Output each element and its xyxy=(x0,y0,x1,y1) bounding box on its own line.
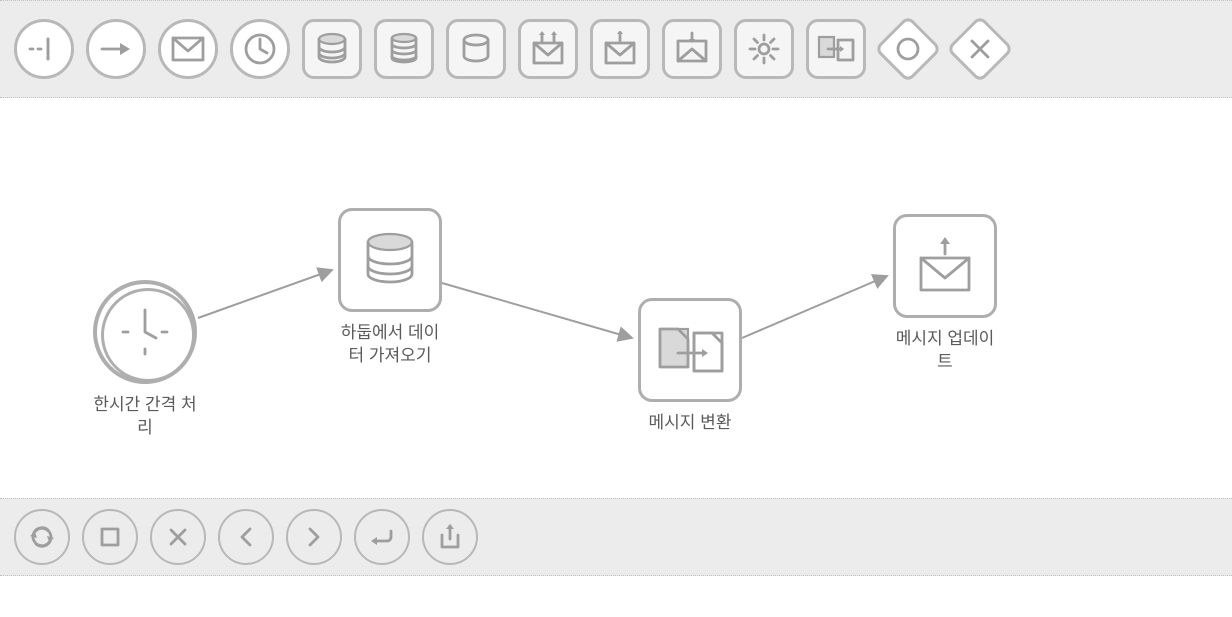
database-node-button[interactable] xyxy=(302,19,362,79)
node-transform-label: 메시지 변환 xyxy=(649,412,732,435)
node-transform[interactable]: 메시지 변환 xyxy=(635,298,745,435)
cylinder-icon xyxy=(458,31,494,67)
database-icon xyxy=(314,31,350,67)
circle-node-icon xyxy=(895,36,921,62)
return-button[interactable] xyxy=(354,509,410,565)
send-up-node-button[interactable] xyxy=(590,19,650,79)
next-icon xyxy=(304,525,324,549)
palette-toolbar xyxy=(0,0,1232,98)
end-event-icon xyxy=(98,31,134,67)
gear-node-button[interactable] xyxy=(734,19,794,79)
start-event-icon xyxy=(26,31,62,67)
send-down-node-button[interactable] xyxy=(662,19,722,79)
gateway-circle-button[interactable] xyxy=(878,19,938,79)
transform-node-button[interactable] xyxy=(806,19,866,79)
stop-button[interactable] xyxy=(82,509,138,565)
database-icon xyxy=(358,228,422,292)
stop-icon xyxy=(99,526,121,548)
node-timer[interactable]: 한시간 간격 처리 xyxy=(90,280,200,440)
transform-icon xyxy=(816,31,856,67)
clock-icon xyxy=(117,304,173,360)
node-update-label: 메시지 업데이트 xyxy=(890,328,1000,374)
node-timer-shape xyxy=(93,280,197,384)
node-update-shape xyxy=(893,214,997,318)
prev-icon xyxy=(236,525,256,549)
send-up-icon xyxy=(913,234,977,298)
close-icon xyxy=(166,525,190,549)
clock-icon xyxy=(242,31,278,67)
send-up-icon xyxy=(602,31,638,67)
next-button[interactable] xyxy=(286,509,342,565)
node-hadoop[interactable]: 하둡에서 데이터 가져오기 xyxy=(335,208,445,368)
export-icon xyxy=(437,523,463,551)
database-stack-icon xyxy=(386,31,422,67)
gateway-cancel-button[interactable] xyxy=(950,19,1010,79)
return-icon xyxy=(367,525,397,549)
send-down-icon xyxy=(674,31,710,67)
flow-canvas[interactable]: 한시간 간격 처리 하둡에서 데이터 가져오기 메시지 변환 xyxy=(0,98,1232,498)
cancel-icon xyxy=(967,36,993,62)
close-button[interactable] xyxy=(150,509,206,565)
refresh-icon xyxy=(27,522,57,552)
export-button[interactable] xyxy=(422,509,478,565)
node-hadoop-label: 하둡에서 데이터 가져오기 xyxy=(335,322,445,368)
bottom-toolbar xyxy=(0,498,1232,576)
node-update[interactable]: 메시지 업데이트 xyxy=(890,214,1000,374)
node-hadoop-shape xyxy=(338,208,442,312)
cylinder-node-button[interactable] xyxy=(446,19,506,79)
gear-icon xyxy=(746,31,782,67)
refresh-button[interactable] xyxy=(14,509,70,565)
receive-icon xyxy=(530,31,566,67)
node-transform-shape xyxy=(638,298,742,402)
node-timer-label: 한시간 간격 처리 xyxy=(90,394,200,440)
mail-icon xyxy=(171,36,205,62)
prev-button[interactable] xyxy=(218,509,274,565)
database-stack-button[interactable] xyxy=(374,19,434,79)
start-event-button[interactable] xyxy=(14,19,74,79)
transform-icon xyxy=(654,321,726,379)
mail-node-button[interactable] xyxy=(158,19,218,79)
end-event-button[interactable] xyxy=(86,19,146,79)
receive-node-button[interactable] xyxy=(518,19,578,79)
clock-node-button[interactable] xyxy=(230,19,290,79)
